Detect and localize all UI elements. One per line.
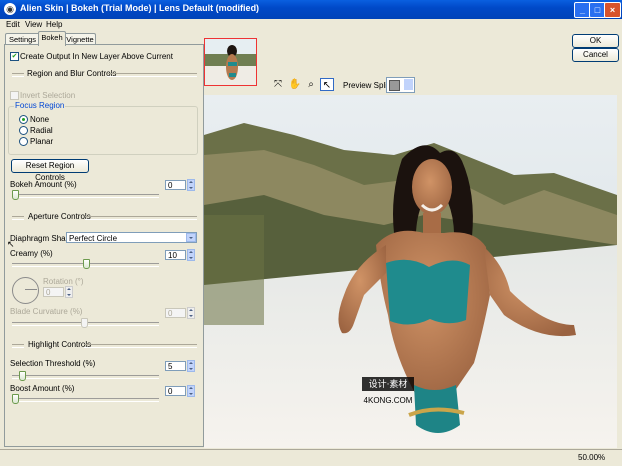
title-bar: ◉ Alien Skin | Bokeh (Trial Mode) | Lens… bbox=[0, 0, 622, 19]
creamy-label: Creamy (%) bbox=[10, 249, 53, 258]
preview-split-label: Preview Split: bbox=[343, 81, 392, 90]
bokeh-amount-label: Bokeh Amount (%) bbox=[10, 180, 77, 189]
selection-threshold-spinner[interactable] bbox=[187, 360, 195, 372]
blade-curvature-input[interactable]: 0 bbox=[165, 308, 186, 318]
separator bbox=[12, 216, 24, 220]
menu-edit[interactable]: Edit bbox=[6, 20, 20, 29]
watermark-chinese: 设计·素材 bbox=[369, 378, 408, 390]
creamy-slider[interactable] bbox=[83, 259, 91, 269]
menu-help[interactable]: Help bbox=[46, 20, 62, 29]
separator bbox=[107, 73, 197, 77]
selection-threshold-input[interactable]: 5 bbox=[165, 361, 186, 371]
boost-amount-slider[interactable] bbox=[12, 394, 19, 404]
creamy-input[interactable]: 10 bbox=[165, 250, 186, 260]
focus-region-label: Focus Region bbox=[14, 101, 66, 110]
creamy-spinner[interactable] bbox=[187, 249, 195, 261]
boost-amount-track bbox=[12, 398, 159, 402]
bokeh-amount-spinner[interactable] bbox=[187, 179, 195, 191]
separator bbox=[12, 344, 24, 348]
radio-radial[interactable] bbox=[19, 126, 28, 135]
radio-none-label: None bbox=[30, 115, 50, 124]
highlight-header: Highlight Controls bbox=[28, 340, 92, 349]
app-icon: ◉ bbox=[4, 3, 16, 15]
selection-threshold-label: Selection Threshold (%) bbox=[10, 359, 96, 368]
region-header: Region and Blur Controls bbox=[27, 69, 117, 78]
rotation-label: Rotation (°) bbox=[43, 277, 84, 286]
split-mode-swatch bbox=[389, 80, 400, 91]
preview-image[interactable]: 设计·素材 4KONG.COM bbox=[204, 95, 617, 448]
menu-bar: Edit View Help bbox=[0, 19, 622, 30]
bokeh-amount-input[interactable]: 0 bbox=[165, 180, 186, 190]
zoom-level: 50.00% bbox=[578, 453, 606, 462]
radio-radial-label: Radial bbox=[30, 126, 53, 135]
boost-amount-label: Boost Amount (%) bbox=[10, 384, 75, 393]
chevron-down-icon[interactable] bbox=[186, 233, 196, 242]
radio-planar[interactable] bbox=[19, 137, 28, 146]
window-title: Alien Skin | Bokeh (Trial Mode) | Lens D… bbox=[20, 3, 260, 13]
beach-photo: 设计·素材 4KONG.COM bbox=[204, 95, 617, 448]
zoom-icon[interactable]: ⌕ bbox=[304, 78, 318, 91]
menu-view[interactable]: View bbox=[25, 20, 42, 29]
separator bbox=[85, 216, 197, 220]
create-output-checkbox[interactable]: ✔ bbox=[10, 52, 19, 61]
separator bbox=[12, 73, 24, 77]
cancel-button[interactable]: Cancel bbox=[572, 48, 619, 62]
aperture-header: Aperture Controls bbox=[28, 212, 91, 221]
radio-planar-label: Planar bbox=[30, 137, 54, 146]
blade-curvature-label: Blade Curvature (%) bbox=[10, 307, 83, 316]
selection-threshold-track bbox=[12, 375, 159, 379]
invert-selection-checkbox[interactable] bbox=[10, 91, 19, 100]
reset-region-button[interactable]: Reset Region Controls bbox=[11, 159, 89, 182]
rotation-input[interactable]: 0 bbox=[43, 287, 64, 297]
rotation-dial[interactable] bbox=[12, 277, 39, 304]
invert-selection-label: Invert Selection bbox=[20, 91, 76, 100]
rotation-spinner[interactable] bbox=[65, 286, 73, 298]
rotation-dial-needle bbox=[25, 289, 37, 290]
radio-none[interactable] bbox=[19, 115, 28, 124]
boost-amount-input[interactable]: 0 bbox=[165, 386, 186, 396]
hand-pan-icon[interactable]: ⤧ bbox=[271, 78, 285, 91]
ok-button[interactable]: OK bbox=[572, 34, 619, 48]
navigator-thumbnail[interactable] bbox=[204, 38, 257, 86]
selection-threshold-slider[interactable] bbox=[19, 371, 26, 381]
blade-curvature-slider[interactable] bbox=[80, 318, 88, 328]
chevron-down-icon[interactable] bbox=[404, 79, 413, 90]
hand-icon[interactable]: ✋ bbox=[288, 78, 302, 91]
bokeh-amount-track bbox=[12, 194, 159, 198]
diaphragm-shape-select[interactable]: Perfect Circle bbox=[66, 232, 197, 243]
bokeh-amount-slider[interactable] bbox=[12, 190, 19, 200]
blade-curvature-spinner[interactable] bbox=[187, 307, 195, 319]
create-output-label: Create Output In New Layer Above Current bbox=[20, 52, 173, 61]
boost-amount-spinner[interactable] bbox=[187, 385, 195, 397]
status-bar: 50.00% bbox=[0, 449, 622, 466]
watermark-domain: 4KONG.COM bbox=[364, 396, 413, 405]
thumbnail-image bbox=[205, 39, 256, 85]
diaphragm-shape-value: Perfect Circle bbox=[69, 234, 118, 243]
preview-split-select[interactable] bbox=[386, 77, 415, 93]
close-button[interactable]: × bbox=[604, 2, 621, 18]
pointer-icon[interactable]: ↖ bbox=[320, 78, 334, 91]
separator bbox=[84, 344, 197, 348]
tab-bokeh[interactable]: Bokeh bbox=[38, 31, 66, 46]
